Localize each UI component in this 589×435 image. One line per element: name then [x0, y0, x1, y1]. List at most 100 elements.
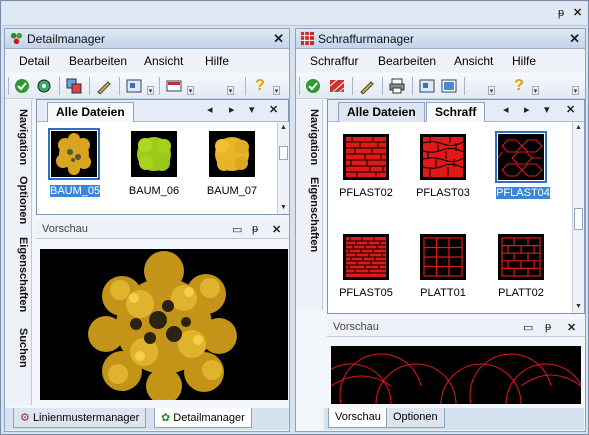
pin-icon[interactable]: ᵽ: [558, 7, 564, 19]
thumbnail-pflast03[interactable]: [420, 134, 466, 180]
thumbnail-label: PFLAST05: [339, 287, 393, 299]
thumbnail-pflast05[interactable]: [343, 234, 389, 280]
close-icon[interactable]: ✕: [273, 31, 284, 47]
thumbnail-baum-07[interactable]: [209, 131, 255, 177]
side-tab-optionen[interactable]: Optionen: [5, 175, 29, 225]
restore-icon[interactable]: ▭: [232, 223, 242, 236]
close-icon[interactable]: ✕: [272, 223, 281, 236]
tab-list-icon[interactable]: ▾: [249, 103, 255, 116]
tab-optionen[interactable]: Optionen: [386, 408, 445, 428]
toolbar-grip: [8, 77, 9, 95]
scroll-down-icon[interactable]: ▼: [278, 202, 289, 213]
menu-bearbeiten[interactable]: Bearbeiten: [378, 54, 436, 68]
restore-icon[interactable]: ▭: [523, 321, 533, 334]
close-icon[interactable]: ✕: [567, 321, 576, 334]
tab-vorschau[interactable]: Vorschau: [328, 408, 388, 428]
tab-label: Linienmustermanager: [32, 412, 140, 424]
toolbar-separator: [352, 77, 353, 95]
tree-preview: [40, 249, 288, 404]
next-tab-icon[interactable]: ▸: [229, 103, 235, 116]
thumbnail-baum-05[interactable]: [48, 128, 100, 180]
thumbnail-pflast02[interactable]: [343, 134, 389, 180]
scroll-up-icon[interactable]: ▲: [573, 122, 584, 133]
thumbnail-label: BAUM_06: [128, 185, 180, 197]
pin-icon[interactable]: ᵽ: [252, 223, 258, 235]
preview-header: Vorschau ▭ ᵽ ✕: [36, 221, 289, 239]
file-browser: Alle Dateien ◂ ▸ ▾ ✕ BAUM_05 BAUM_06 BAU…: [36, 99, 289, 215]
prev-tab-icon[interactable]: ◂: [503, 103, 509, 116]
view-dropdown[interactable]: ▾: [147, 86, 154, 95]
detailmanager-icon: ✿: [161, 412, 171, 424]
pin-icon[interactable]: ᵽ: [545, 321, 551, 333]
menu-hilfe[interactable]: Hilfe: [205, 54, 229, 68]
scroll-thumb[interactable]: [574, 208, 583, 230]
preview-header: Vorschau ▭ ᵽ ✕: [327, 319, 585, 337]
pencil-icon[interactable]: [95, 77, 113, 95]
thumbnail-pflast04[interactable]: [495, 131, 547, 183]
tab-alle-dateien[interactable]: Alle Dateien: [338, 102, 425, 122]
toolbar-separator: [412, 77, 413, 95]
scroll-thumb[interactable]: [279, 146, 288, 160]
next-tab-icon[interactable]: ▸: [524, 103, 530, 116]
toolbar-separator: [59, 77, 60, 95]
menu-bearbeiten[interactable]: Bearbeiten: [69, 54, 127, 68]
print-icon[interactable]: [388, 77, 406, 95]
side-tabs: Navigation Eigenschaften: [296, 100, 323, 310]
help-dropdown[interactable]: ▾: [532, 86, 539, 95]
side-tab-eigenschaften[interactable]: Eigenschaften: [5, 235, 29, 315]
side-tab-navigation[interactable]: Navigation: [5, 106, 29, 168]
close-tab-icon[interactable]: ✕: [566, 103, 575, 116]
ok-icon[interactable]: [13, 77, 31, 95]
tab-schraff[interactable]: Schraff: [426, 102, 486, 122]
ok-icon[interactable]: [304, 77, 322, 95]
help-icon[interactable]: ?: [251, 77, 269, 95]
toolbar-separator: [89, 77, 90, 95]
toolbar: ▾ ▾ ▾ ? ▾: [5, 73, 289, 99]
layout-icon[interactable]: [165, 77, 183, 95]
tab-list-icon[interactable]: ▾: [544, 103, 550, 116]
image-icon[interactable]: [440, 77, 458, 95]
linienmuster-icon: ⚙: [20, 412, 30, 424]
menu-ansicht[interactable]: Ansicht: [454, 54, 493, 68]
close-tab-icon[interactable]: ✕: [269, 103, 278, 116]
thumbnail-platt02[interactable]: [498, 234, 544, 280]
help-dropdown[interactable]: ▾: [273, 86, 280, 95]
view-icon[interactable]: [418, 77, 436, 95]
close-icon[interactable]: ✕: [573, 6, 582, 19]
toolbar-separator: [245, 77, 246, 95]
menu-ansicht[interactable]: Ansicht: [144, 54, 183, 68]
tab-detailmanager[interactable]: ✿ Detailmanager: [154, 408, 252, 428]
thumbnail-label: PFLAST04: [496, 187, 550, 199]
scroll-up-icon[interactable]: ▲: [278, 122, 289, 133]
thumbnail-baum-06[interactable]: [131, 131, 177, 177]
menu-hilfe[interactable]: Hilfe: [512, 54, 536, 68]
menu-schraffur[interactable]: Schraffur: [310, 54, 358, 68]
pencil-icon[interactable]: [358, 77, 376, 95]
hatch-icon[interactable]: [328, 77, 346, 95]
view-icon[interactable]: [125, 77, 143, 95]
prev-tab-icon[interactable]: ◂: [207, 103, 213, 116]
file-browser-tabbar: Alle Dateien ◂ ▸ ▾ ✕: [37, 100, 288, 122]
layout-dropdown[interactable]: ▾: [187, 86, 194, 95]
side-tab-eigenschaften[interactable]: Eigenschaften: [296, 174, 320, 256]
help-icon[interactable]: ?: [510, 77, 528, 95]
side-tab-navigation[interactable]: Navigation: [296, 106, 320, 168]
detail-manager-icon: [10, 32, 23, 45]
tab-alle-dateien[interactable]: Alle Dateien: [47, 102, 134, 122]
side-tab-suchen[interactable]: Suchen: [5, 325, 29, 370]
tab-linienmustermanager[interactable]: ⚙ Linienmustermanager: [13, 408, 147, 428]
scroll-down-icon[interactable]: ▼: [573, 301, 584, 312]
menu-detail[interactable]: Detail: [19, 54, 50, 68]
bottom-tabs: ⚙ Linienmustermanager ✿ Detailmanager: [5, 408, 289, 430]
more-dropdown[interactable]: ▾: [488, 86, 495, 95]
file-browser-scrollbar[interactable]: ▲ ▼: [277, 122, 289, 214]
toolbar-overflow[interactable]: ▾: [572, 86, 579, 95]
close-icon[interactable]: ✕: [569, 31, 580, 47]
more-dropdown[interactable]: ▾: [227, 86, 234, 95]
hatch-browser-scrollbar[interactable]: ▲ ▼: [572, 122, 584, 313]
detail-manager-title-bar: Detailmanager ✕: [5, 29, 289, 49]
settings-icon[interactable]: [35, 77, 53, 95]
copy-icon[interactable]: [65, 77, 83, 95]
tab-label: Detailmanager: [173, 412, 245, 424]
thumbnail-platt01[interactable]: [420, 234, 466, 280]
